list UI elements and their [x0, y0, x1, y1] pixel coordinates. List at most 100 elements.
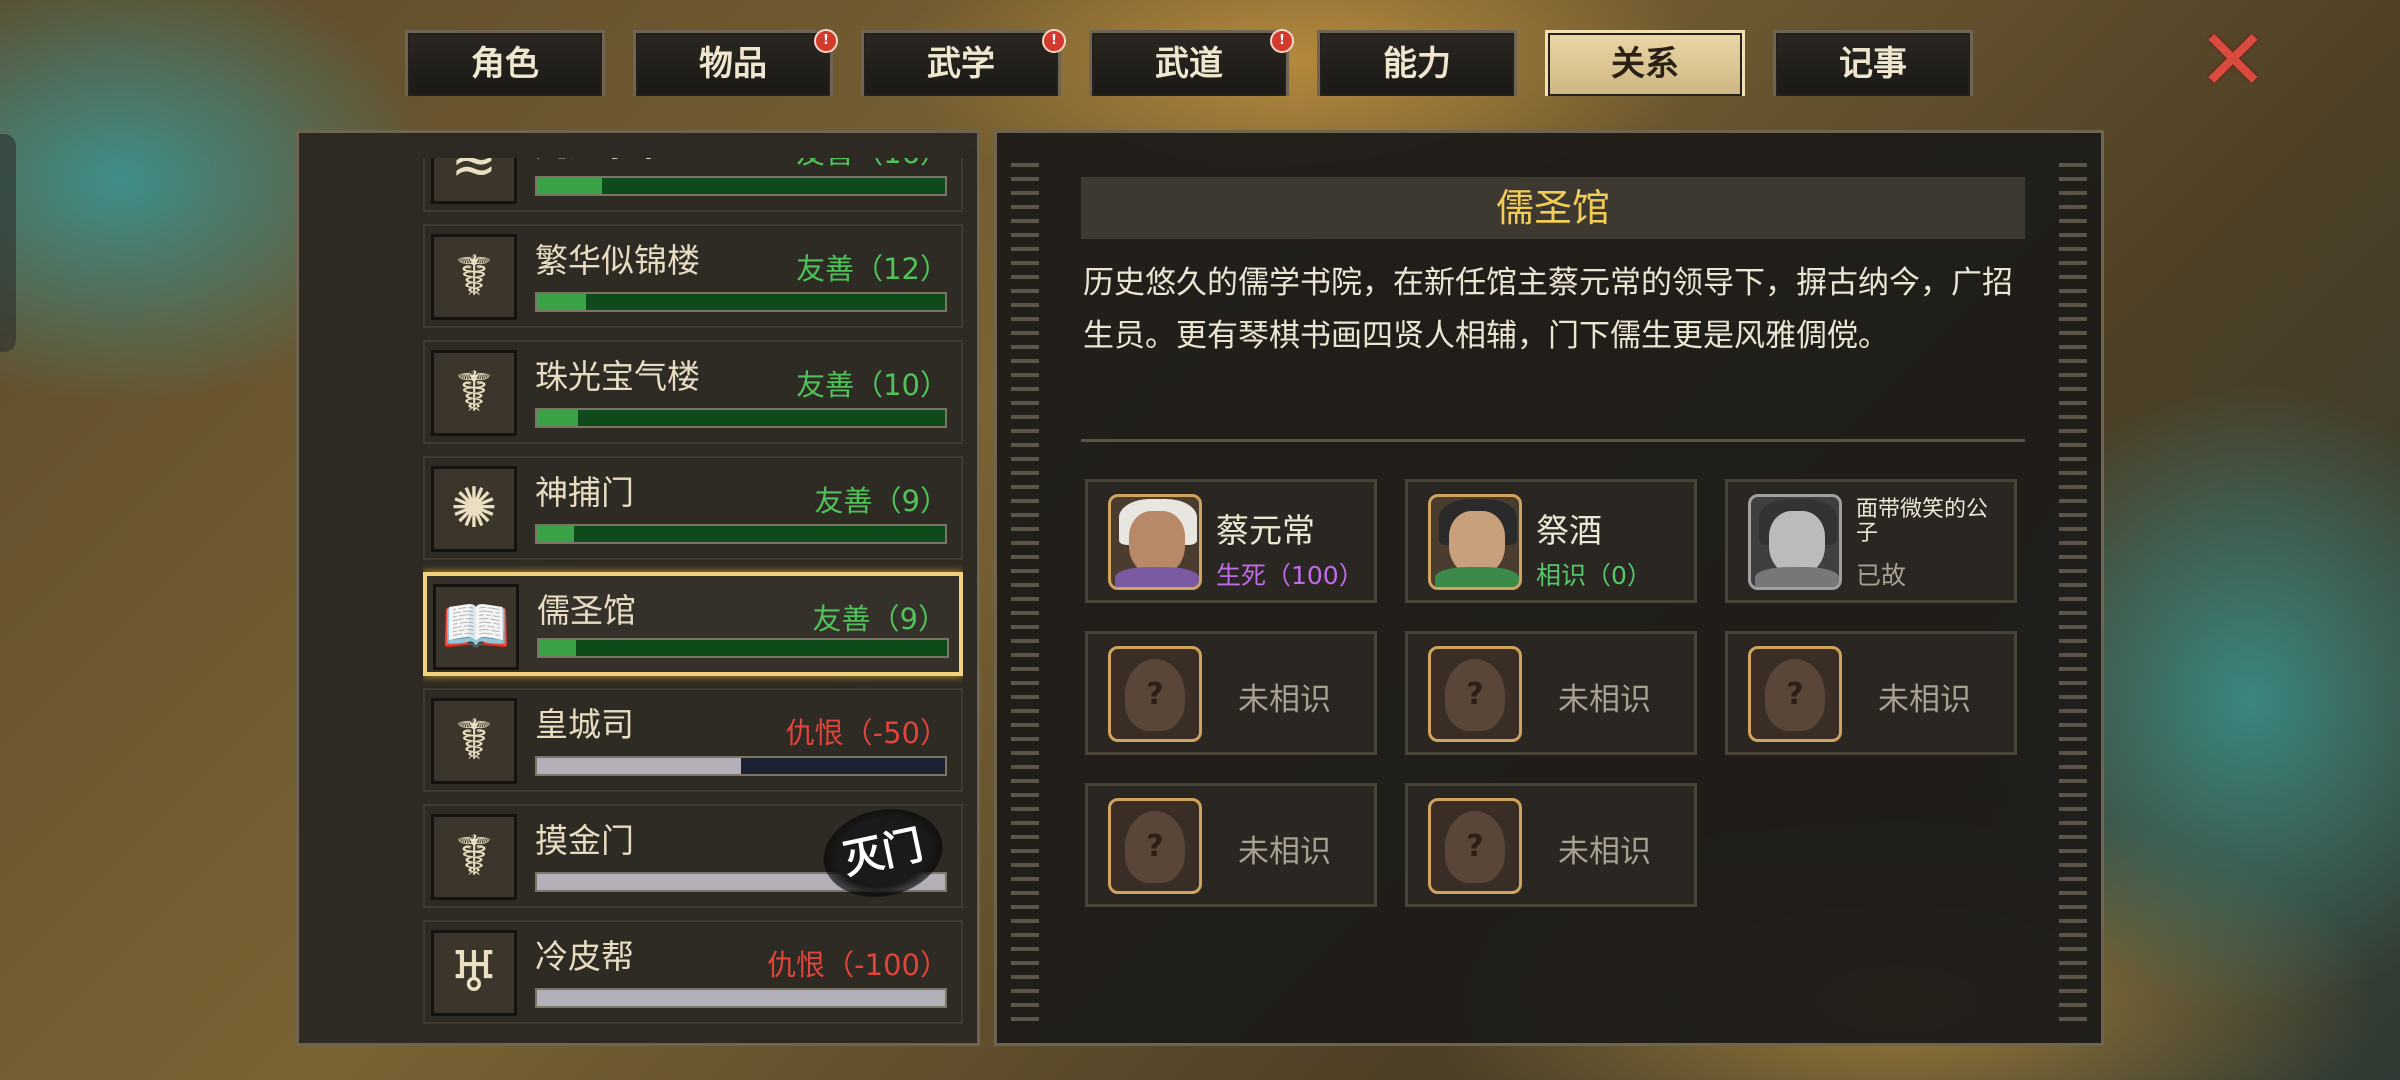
faction-status: 友善（16）	[796, 158, 949, 172]
reputation-bar	[535, 408, 947, 428]
reputation-bar-fill	[537, 526, 574, 542]
unknown-label: 未相识	[1878, 682, 1971, 718]
tab-5[interactable]: 关系	[1545, 30, 1745, 96]
portrait-face	[1129, 511, 1185, 575]
tab-label: 物品	[699, 44, 767, 84]
waves-emblem-icon: ≋	[431, 158, 517, 204]
tab-label: 关系	[1611, 44, 1679, 84]
faction-name: 九江水寨	[535, 158, 667, 166]
unknown-member-card[interactable]: ? 未相识	[1085, 783, 1377, 907]
reputation-bar-fill	[539, 640, 576, 656]
caduceus-emblem-icon: ☤	[431, 814, 517, 900]
faction-row[interactable]: ☤ 摸金门 灭门	[423, 798, 963, 908]
portrait-body	[1435, 567, 1519, 587]
faction-row[interactable]: ♅ 冷皮帮 仇恨（-100）	[423, 920, 963, 1024]
unknown-portrait-icon: ?	[1108, 646, 1202, 742]
member-relation: 相识（0）	[1536, 561, 1652, 590]
unknown-portrait-icon: ?	[1108, 798, 1202, 894]
unknown-member-card[interactable]: ? 未相识	[1725, 631, 2017, 755]
caduceus-emblem-icon: ☤	[431, 234, 517, 320]
faction-status: 仇恨（-100）	[767, 948, 949, 982]
faction-description: 历史悠久的儒学书院，在新任馆主蔡元常的领导下，摒古纳今，广招生员。更有琴棋书画四…	[1083, 265, 2013, 354]
reputation-bar	[535, 988, 947, 1008]
question-mark-icon: ?	[1445, 811, 1505, 883]
unknown-member-card[interactable]: ? 未相识	[1405, 783, 1697, 907]
unknown-member-card[interactable]: ? 未相识	[1085, 631, 1377, 755]
faction-name: 皇城司	[535, 705, 634, 744]
member-card[interactable]: 祭酒相识（0）	[1405, 479, 1697, 603]
tab-1[interactable]: 物品!	[633, 29, 838, 96]
beast-emblem-icon: ♅	[431, 930, 517, 1016]
portrait-face	[1449, 511, 1505, 575]
notification-badge-icon: !	[814, 29, 838, 53]
side-drawer-handle[interactable]	[0, 134, 16, 352]
faction-list[interactable]: ≋九江水寨友善（16）☤繁华似锦楼友善（12）☤珠光宝气楼友善（10）✺神捕门友…	[423, 158, 963, 1026]
faction-status: 友善（9）	[812, 602, 947, 636]
question-mark-icon: ?	[1125, 811, 1185, 883]
faction-title: 儒圣馆	[1081, 177, 2025, 239]
reputation-bar	[537, 638, 949, 658]
reputation-bar	[535, 292, 947, 312]
unknown-portrait-icon: ?	[1748, 646, 1842, 742]
faction-row[interactable]: ☤ 繁华似锦楼 友善（12）	[423, 224, 963, 328]
faction-name: 繁华似锦楼	[535, 241, 700, 280]
white-hair-elder-portrait	[1108, 494, 1202, 590]
unknown-label: 未相识	[1238, 834, 1331, 870]
member-relation: 已故	[1856, 561, 1907, 590]
faction-row[interactable]: ☤ 皇城司 仇恨（-50）	[423, 688, 963, 792]
faction-name: 冷皮帮	[535, 937, 634, 976]
tab-label: 角色	[471, 44, 539, 84]
reputation-bar-fill	[537, 294, 586, 310]
tab-label: 武道	[1155, 44, 1223, 84]
faction-status: 友善（9）	[814, 484, 949, 518]
divider	[1081, 439, 2025, 442]
panel-ornament	[1011, 155, 1039, 1021]
reputation-bar	[535, 524, 947, 544]
unknown-label: 未相识	[1238, 682, 1331, 718]
faction-name: 珠光宝气楼	[535, 357, 700, 396]
tab-6[interactable]: 记事	[1773, 30, 1973, 96]
unknown-label: 未相识	[1558, 834, 1651, 870]
tab-2[interactable]: 武学!	[861, 29, 1066, 96]
tab-3[interactable]: 武道!	[1089, 29, 1294, 96]
faction-list-panel: ≋九江水寨友善（16）☤繁华似锦楼友善（12）☤珠光宝气楼友善（10）✺神捕门友…	[296, 130, 980, 1046]
tab-label: 能力	[1383, 44, 1451, 84]
faction-row[interactable]: ✺ 神捕门 友善（9）	[423, 456, 963, 560]
tab-label: 记事	[1839, 44, 1907, 84]
faction-name: 神捕门	[535, 473, 634, 512]
smiling-gentleman-portrait	[1748, 494, 1842, 590]
reputation-bar-fill	[537, 758, 741, 774]
caduceus-emblem-icon: ☤	[431, 698, 517, 784]
member-card[interactable]: 蔡元常生死（100）	[1085, 479, 1377, 603]
faction-row[interactable]: ☤ 珠光宝气楼 友善（10）	[423, 340, 963, 444]
panel-ornament	[2059, 155, 2087, 1021]
tab-4[interactable]: 能力	[1317, 30, 1517, 96]
member-name: 蔡元常	[1216, 511, 1315, 550]
faction-status: 友善（10）	[796, 368, 949, 402]
question-mark-icon: ?	[1125, 659, 1185, 731]
member-card[interactable]: 面带微笑的公子 已故	[1725, 479, 2017, 603]
faction-detail-panel: 儒圣馆 历史悠久的儒学书院，在新任馆主蔡元常的领导下，摒古纳今，广招生员。更有琴…	[994, 130, 2104, 1046]
reputation-bar-fill	[537, 410, 578, 426]
question-mark-icon: ?	[1765, 659, 1825, 731]
reputation-bar-fill	[537, 178, 603, 194]
notification-badge-icon: !	[1270, 29, 1294, 53]
faction-row[interactable]: ≋ 九江水寨 友善（16）	[423, 158, 963, 212]
tab-label: 武学	[927, 44, 995, 84]
sun-eye-emblem-icon: ✺	[431, 466, 517, 552]
member-name: 祭酒	[1536, 511, 1602, 550]
reputation-bar	[535, 176, 947, 196]
unknown-member-card[interactable]: ? 未相识	[1405, 631, 1697, 755]
close-icon[interactable]: ✕	[2195, 18, 2271, 102]
faction-status: 仇恨（-50）	[785, 716, 949, 750]
hat-scholar-portrait	[1428, 494, 1522, 590]
unknown-label: 未相识	[1558, 682, 1651, 718]
faction-name: 儒圣馆	[537, 591, 636, 630]
book-emblem-icon: 📖	[433, 584, 519, 670]
tab-0[interactable]: 角色	[405, 30, 605, 96]
unknown-portrait-icon: ?	[1428, 798, 1522, 894]
faction-row[interactable]: 📖 儒圣馆 友善（9）	[423, 572, 963, 676]
faction-status: 友善（12）	[796, 252, 949, 286]
member-relation: 生死（100）	[1216, 561, 1364, 590]
unknown-portrait-icon: ?	[1428, 646, 1522, 742]
